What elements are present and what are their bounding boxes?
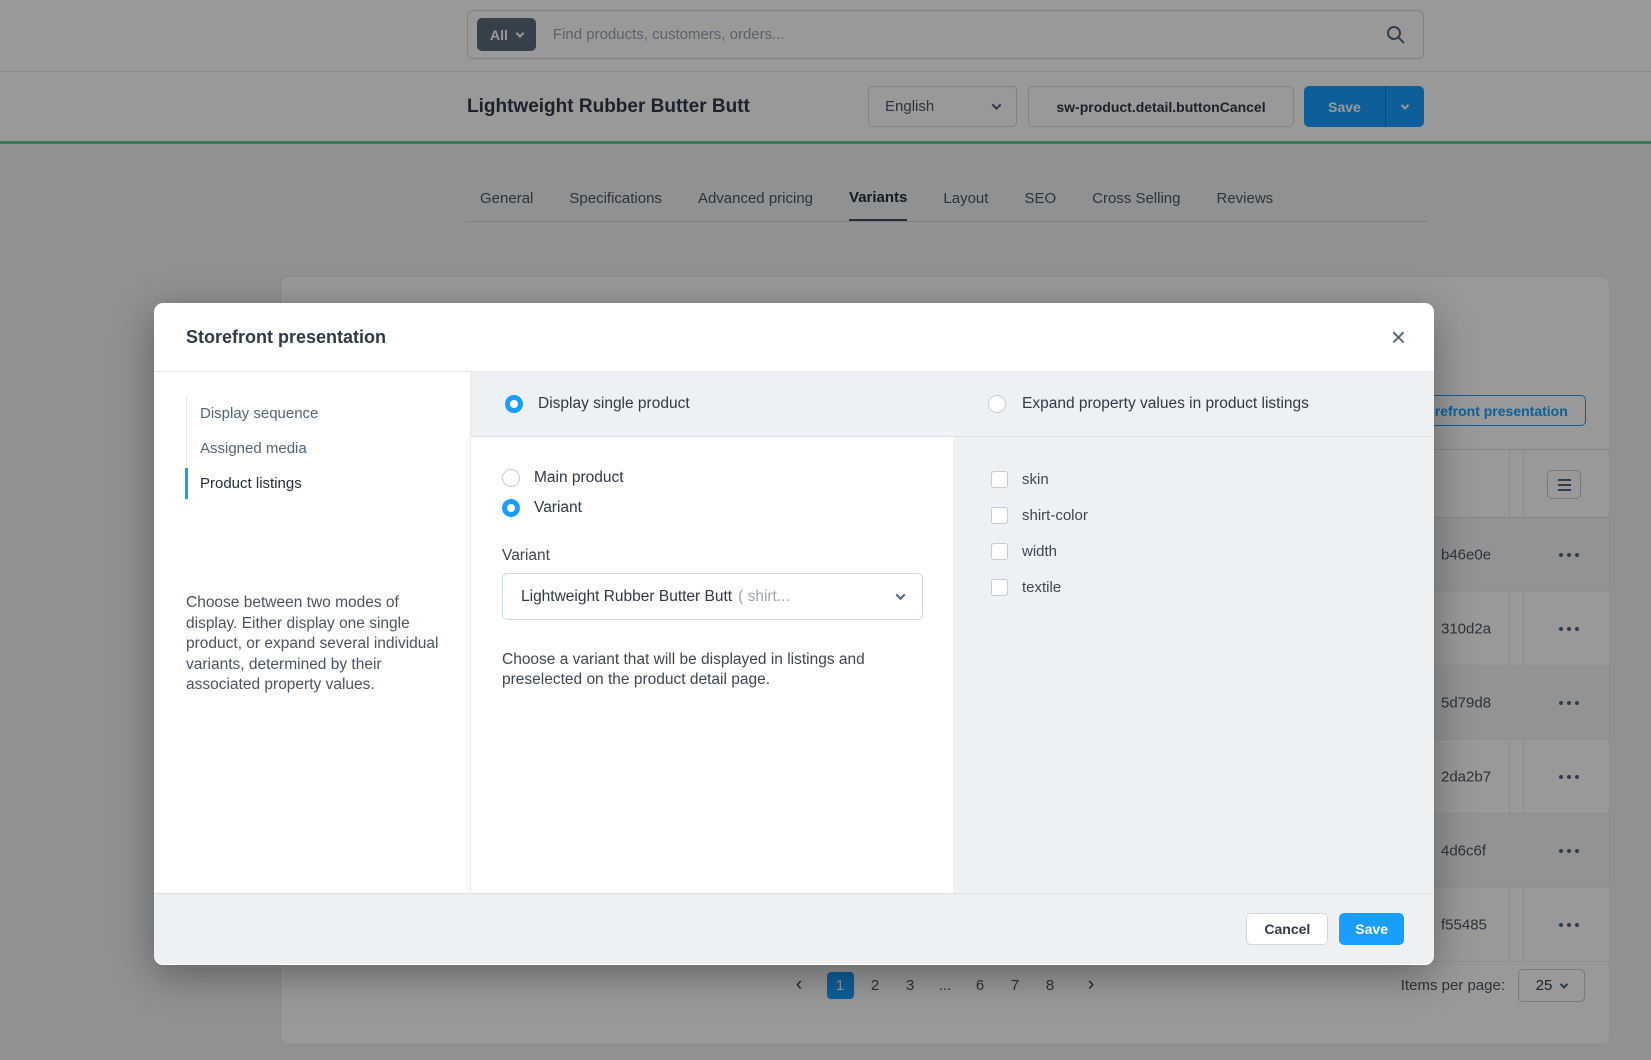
nav-item-product-listings[interactable]: Product listings [187,466,442,501]
expand-properties-header: Expand property values in product listin… [953,372,1434,437]
mode-label: Display single product [538,395,690,413]
chevron-down-icon [896,590,906,600]
radio-main-product[interactable] [502,469,520,487]
property-item[interactable]: textile [991,579,1434,596]
variant-select-value: Lightweight Rubber Butter Butt [521,588,732,606]
radio-display-single-product[interactable] [505,395,523,413]
radio-expand-properties[interactable] [988,395,1006,413]
property-item[interactable]: shirt-color [991,507,1434,524]
storefront-presentation-modal: Storefront presentation × Display sequen… [154,303,1434,965]
single-product-mode-header: Display single product [471,372,953,437]
option-main-product[interactable]: Main product [502,469,953,487]
property-item[interactable]: skin [991,471,1434,488]
property-label: shirt-color [1022,507,1088,524]
option-label: Variant [534,499,582,517]
expand-properties-column: Expand property values in product listin… [953,372,1434,893]
variant-helper-text: Choose a variant that will be displayed … [502,650,902,691]
properties-list: skin shirt-color width textile [953,437,1434,596]
mode-label: Expand property values in product listin… [1022,395,1309,413]
property-item[interactable]: width [991,543,1434,560]
property-label: textile [1022,579,1061,596]
save-button[interactable]: Save [1339,913,1404,945]
modal-title: Storefront presentation [186,327,386,348]
variant-field-label: Variant [502,547,953,565]
option-label: Main product [534,469,624,487]
property-label: skin [1022,471,1049,488]
checkbox-width[interactable] [991,543,1008,560]
modal-description: Choose between two modes of display. Eit… [186,593,444,696]
variant-select[interactable]: Lightweight Rubber Butter Butt ( shirt..… [502,573,923,620]
modal-footer: Cancel Save [154,893,1434,964]
close-icon[interactable]: × [1391,324,1406,350]
single-product-column: Display single product Main product Vari… [471,372,953,893]
single-product-body: Main product Variant Variant Lightweight… [471,437,953,893]
variant-select-hint: ( shirt... [738,588,790,606]
nav-item-assigned-media[interactable]: Assigned media [187,431,442,466]
nav-item-display-sequence[interactable]: Display sequence [187,396,442,431]
cancel-button[interactable]: Cancel [1246,913,1328,945]
option-variant[interactable]: Variant [502,499,953,517]
property-label: width [1022,543,1057,560]
radio-variant[interactable] [502,499,520,517]
checkbox-shirt-color[interactable] [991,507,1008,524]
checkbox-textile[interactable] [991,579,1008,596]
modal-nav: Display sequence Assigned media Product … [186,396,442,501]
modal-left-panel: Display sequence Assigned media Product … [154,372,471,893]
checkbox-skin[interactable] [991,471,1008,488]
modal-body: Display sequence Assigned media Product … [154,372,1434,893]
modal-header: Storefront presentation × [154,303,1434,372]
